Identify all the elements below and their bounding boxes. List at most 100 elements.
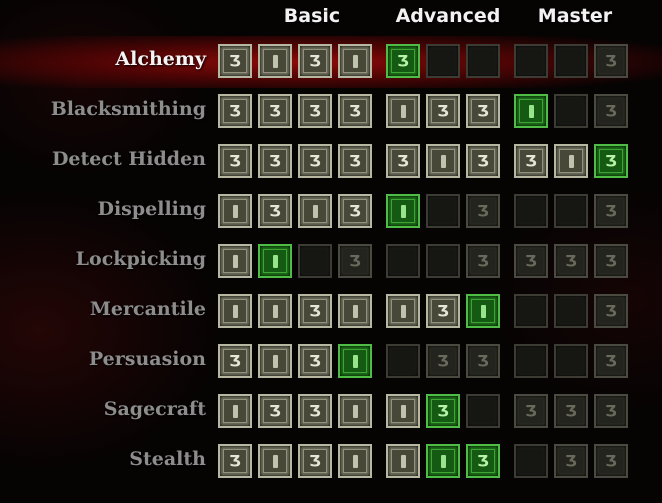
skill-tile[interactable]: Ʒ: [514, 144, 548, 178]
skill-tile[interactable]: [514, 94, 548, 128]
skill-tile[interactable]: [298, 244, 332, 278]
skill-tile[interactable]: [386, 294, 420, 328]
skill-tile[interactable]: Ʒ: [298, 344, 332, 378]
skill-tile[interactable]: Ʒ: [466, 94, 500, 128]
skill-tile[interactable]: Ʒ: [338, 244, 372, 278]
skill-tile[interactable]: Ʒ: [258, 194, 292, 228]
skill-tile[interactable]: [554, 94, 588, 128]
skill-tile[interactable]: Ʒ: [466, 194, 500, 228]
skill-tile[interactable]: [258, 294, 292, 328]
skill-tile[interactable]: Ʒ: [594, 144, 628, 178]
skill-tile[interactable]: [338, 444, 372, 478]
skill-tile[interactable]: [466, 394, 500, 428]
skill-tile[interactable]: [338, 44, 372, 78]
skill-tile[interactable]: Ʒ: [298, 144, 332, 178]
skill-tile[interactable]: [386, 94, 420, 128]
skill-tile[interactable]: Ʒ: [426, 94, 460, 128]
skill-tile[interactable]: Ʒ: [466, 244, 500, 278]
skill-tile[interactable]: [554, 194, 588, 228]
skill-tile[interactable]: [514, 344, 548, 378]
skill-tile[interactable]: [554, 344, 588, 378]
skill-tile[interactable]: [386, 344, 420, 378]
skill-tile[interactable]: Ʒ: [554, 394, 588, 428]
skill-tile[interactable]: [386, 444, 420, 478]
skill-tile[interactable]: [338, 344, 372, 378]
skill-tile[interactable]: Ʒ: [466, 144, 500, 178]
skill-tile[interactable]: [466, 44, 500, 78]
skill-tile[interactable]: Ʒ: [594, 444, 628, 478]
skill-tile[interactable]: [514, 294, 548, 328]
skill-tile[interactable]: Ʒ: [218, 344, 252, 378]
rune-icon: Ʒ: [605, 51, 617, 70]
skill-tile[interactable]: [218, 394, 252, 428]
skill-tile[interactable]: [426, 144, 460, 178]
skill-tile[interactable]: Ʒ: [218, 144, 252, 178]
skill-tile[interactable]: [338, 394, 372, 428]
skill-tile[interactable]: [554, 44, 588, 78]
skill-tile[interactable]: Ʒ: [554, 444, 588, 478]
skill-row-mercantile[interactable]: Mercantile Ʒ Ʒ Ʒ: [0, 290, 662, 334]
skill-row-persuasion[interactable]: Persuasion Ʒ Ʒ Ʒ Ʒ Ʒ: [0, 340, 662, 384]
skill-tile[interactable]: Ʒ: [594, 294, 628, 328]
skill-tile[interactable]: Ʒ: [386, 44, 420, 78]
skill-row-alchemy[interactable]: Alchemy Ʒ Ʒ Ʒ Ʒ: [0, 40, 662, 84]
skill-tile[interactable]: [466, 294, 500, 328]
skill-tile[interactable]: [514, 444, 548, 478]
skill-tile[interactable]: Ʒ: [554, 244, 588, 278]
skill-tile[interactable]: [258, 244, 292, 278]
skill-tile[interactable]: [426, 44, 460, 78]
skill-tile[interactable]: [338, 294, 372, 328]
skill-tile[interactable]: [426, 194, 460, 228]
skill-tile[interactable]: [218, 194, 252, 228]
skill-tile[interactable]: [258, 444, 292, 478]
skill-tile[interactable]: Ʒ: [298, 44, 332, 78]
skill-tile[interactable]: Ʒ: [594, 394, 628, 428]
skill-tile[interactable]: [298, 194, 332, 228]
skill-tile[interactable]: Ʒ: [466, 444, 500, 478]
skill-row-stealth[interactable]: Stealth Ʒ Ʒ Ʒ Ʒ Ʒ: [0, 440, 662, 484]
skill-tile[interactable]: Ʒ: [594, 344, 628, 378]
skill-tile[interactable]: Ʒ: [218, 94, 252, 128]
skill-tile[interactable]: Ʒ: [258, 144, 292, 178]
skill-tile[interactable]: Ʒ: [338, 194, 372, 228]
skill-tile[interactable]: [554, 144, 588, 178]
skill-tile[interactable]: Ʒ: [514, 394, 548, 428]
skill-tile[interactable]: Ʒ: [218, 44, 252, 78]
skill-tile[interactable]: Ʒ: [466, 344, 500, 378]
skill-tile[interactable]: Ʒ: [338, 144, 372, 178]
skill-tile[interactable]: Ʒ: [298, 444, 332, 478]
skill-tile[interactable]: [386, 194, 420, 228]
skill-tile[interactable]: Ʒ: [338, 94, 372, 128]
skill-row-dispelling[interactable]: Dispelling Ʒ Ʒ Ʒ Ʒ: [0, 190, 662, 234]
skill-tile[interactable]: Ʒ: [258, 94, 292, 128]
skill-tile[interactable]: [426, 444, 460, 478]
skill-tile[interactable]: Ʒ: [258, 394, 292, 428]
skill-tile[interactable]: Ʒ: [298, 294, 332, 328]
skill-tile[interactable]: Ʒ: [386, 144, 420, 178]
skill-row-lockpicking[interactable]: Lockpicking Ʒ Ʒ Ʒ Ʒ Ʒ: [0, 240, 662, 284]
skill-tile[interactable]: Ʒ: [218, 444, 252, 478]
skill-tile[interactable]: Ʒ: [594, 194, 628, 228]
skill-tile[interactable]: Ʒ: [594, 44, 628, 78]
skill-tile[interactable]: Ʒ: [426, 294, 460, 328]
skill-tile[interactable]: [426, 244, 460, 278]
skill-tile[interactable]: Ʒ: [514, 244, 548, 278]
skill-tile[interactable]: Ʒ: [298, 94, 332, 128]
skill-tile[interactable]: [258, 344, 292, 378]
skill-tile[interactable]: [514, 44, 548, 78]
skill-tile[interactable]: Ʒ: [594, 94, 628, 128]
skill-row-sagecraft[interactable]: Sagecraft Ʒ Ʒ Ʒ Ʒ Ʒ Ʒ: [0, 390, 662, 434]
skill-tile[interactable]: Ʒ: [426, 344, 460, 378]
skill-tile[interactable]: Ʒ: [594, 244, 628, 278]
skill-tile[interactable]: [554, 294, 588, 328]
skill-tile[interactable]: [514, 194, 548, 228]
skill-row-blacksmithing[interactable]: Blacksmithing Ʒ Ʒ Ʒ Ʒ Ʒ Ʒ Ʒ: [0, 90, 662, 134]
skill-tile[interactable]: [218, 294, 252, 328]
skill-tile[interactable]: [386, 244, 420, 278]
skill-row-detect-hidden[interactable]: Detect Hidden Ʒ Ʒ Ʒ Ʒ Ʒ Ʒ Ʒ Ʒ: [0, 140, 662, 184]
skill-tile[interactable]: [218, 244, 252, 278]
skill-tile[interactable]: [258, 44, 292, 78]
skill-tile[interactable]: Ʒ: [298, 394, 332, 428]
skill-tile[interactable]: [386, 394, 420, 428]
skill-tile[interactable]: Ʒ: [426, 394, 460, 428]
